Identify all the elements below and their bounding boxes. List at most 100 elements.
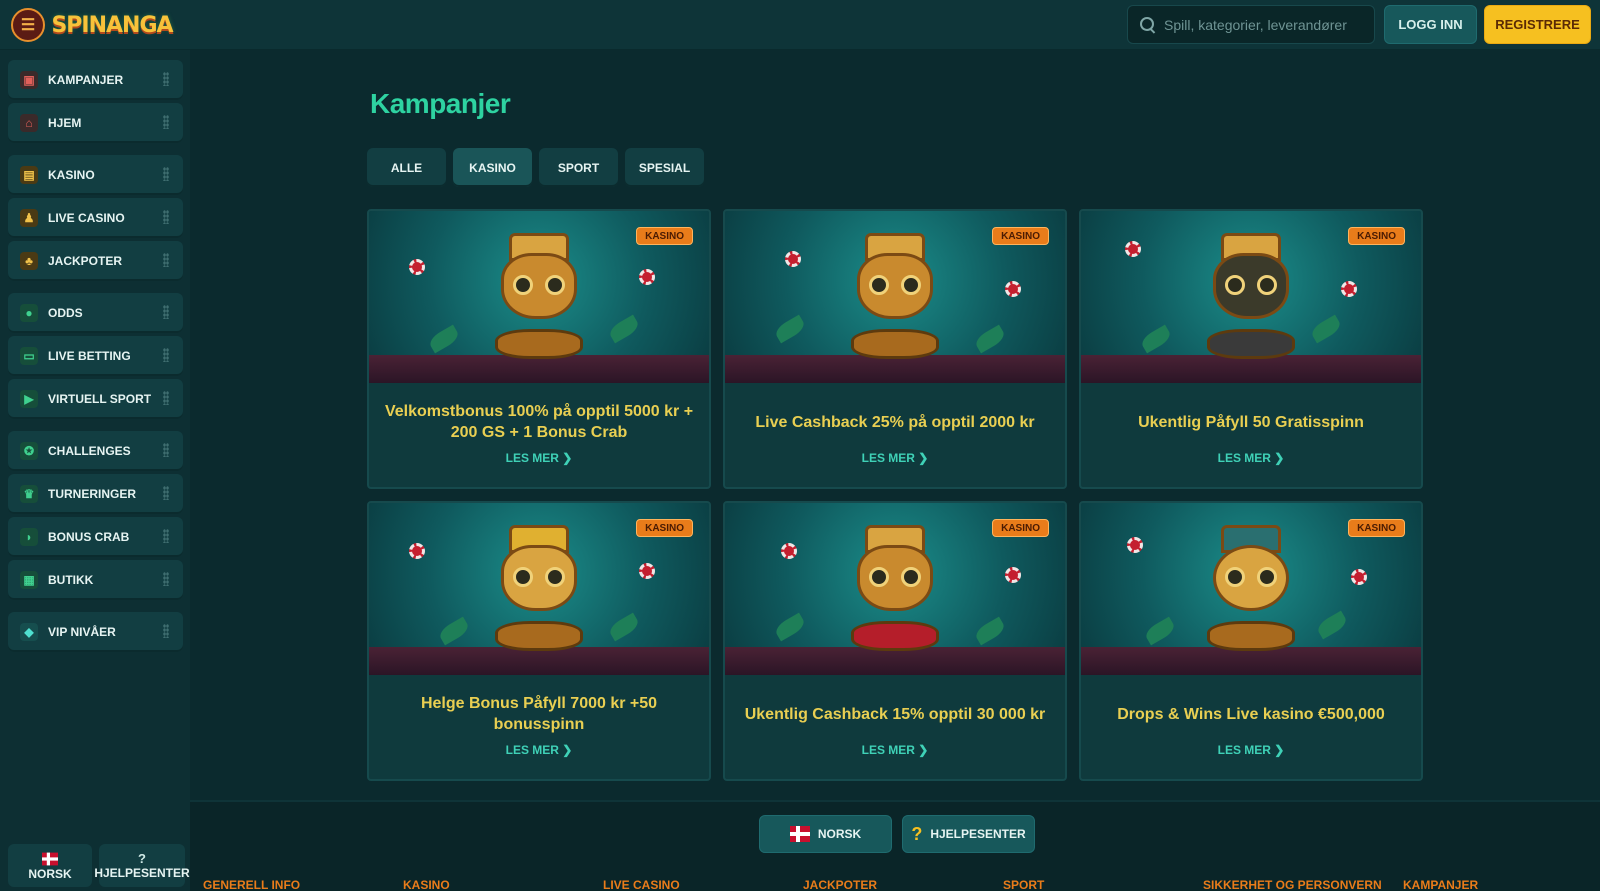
sidebar-item-label: VIP NIVÅER xyxy=(48,625,116,639)
category-badge: KASINO xyxy=(1348,519,1405,537)
promo-card[interactable]: KASINO Velkomstbonus 100% på opptil 5000… xyxy=(367,209,711,489)
footer-link[interactable]: SIKKERHET OG PERSONVERN xyxy=(1203,878,1403,891)
read-more-link[interactable]: LES MER ❯ xyxy=(1081,451,1421,465)
search-box[interactable] xyxy=(1127,5,1375,44)
slot-icon: ▤ xyxy=(20,166,38,184)
read-more-link[interactable]: LES MER ❯ xyxy=(725,743,1065,757)
sidebar-item-virtuell-sport[interactable]: ▶ VIRTUELL SPORT xyxy=(8,379,183,419)
promo-card[interactable]: KASINO Ukentlig Påfyll 50 Gratisspinn LE… xyxy=(1079,209,1423,489)
crab-icon: ◗ xyxy=(20,528,38,546)
drag-handle-icon[interactable] xyxy=(163,253,169,267)
read-more-link[interactable]: LES MER ❯ xyxy=(369,451,709,465)
sidebar-item-label: LIVE CASINO xyxy=(48,211,125,225)
sidebar-help-label: HJELPESENTER xyxy=(94,866,190,880)
help-center-label: HJELPESENTER xyxy=(930,827,1026,841)
logo[interactable]: SPINANGA xyxy=(51,4,173,46)
footer-link[interactable]: KAMPANJER xyxy=(1403,878,1483,891)
sidebar-item-turneringer[interactable]: ♛ TURNERINGER xyxy=(8,474,183,514)
search-icon xyxy=(1140,16,1156,33)
read-more-link[interactable]: LES MER ❯ xyxy=(369,743,709,757)
help-icon: ? xyxy=(138,851,146,866)
language-label: NORSK xyxy=(817,827,862,841)
promo-card[interactable]: KASINO Live Cashback 25% på opptil 2000 … xyxy=(723,209,1067,489)
live-icon: ▭ xyxy=(20,347,38,365)
drag-handle-icon[interactable] xyxy=(163,305,169,319)
sidebar-item-label: LIVE BETTING xyxy=(48,349,131,363)
trophy-icon: ♛ xyxy=(20,485,38,503)
read-more-link[interactable]: LES MER ❯ xyxy=(1081,743,1421,757)
sidebar-item-label: BUTIKK xyxy=(48,573,94,587)
sidebar-item-label: KAMPANJER xyxy=(48,73,124,87)
promo-title: Drops & Wins Live kasino €500,000 xyxy=(1117,705,1385,723)
sidebar-item-label: VIRTUELL SPORT xyxy=(48,392,152,406)
ball-icon: ● xyxy=(20,304,38,322)
category-badge: KASINO xyxy=(636,519,693,537)
read-more-link[interactable]: LES MER ❯ xyxy=(725,451,1065,465)
drag-handle-icon[interactable] xyxy=(163,115,169,129)
sidebar-item-label: ODDS xyxy=(48,306,83,320)
drag-handle-icon[interactable] xyxy=(163,624,169,638)
sidebar-language-button[interactable]: NORSK xyxy=(8,844,92,887)
dealer-icon: ♟ xyxy=(20,209,38,227)
sidebar-item-challenges[interactable]: ✪ CHALLENGES xyxy=(8,431,183,471)
footer-link[interactable]: JACKPOTER xyxy=(803,878,1003,891)
clover-icon: ♣ xyxy=(20,252,38,270)
sidebar-item-kampanjer[interactable]: ▣ KAMPANJER xyxy=(8,60,183,100)
sidebar-item-live-betting[interactable]: ▭ LIVE BETTING xyxy=(8,336,183,376)
help-center-button[interactable]: ? HJELPESENTER xyxy=(902,815,1035,853)
login-button[interactable]: LOGG INN xyxy=(1384,5,1477,44)
footer-link[interactable]: LIVE CASINO xyxy=(603,878,803,891)
drag-handle-icon[interactable] xyxy=(163,72,169,86)
promo-title: Ukentlig Cashback 15% opptil 30 000 kr xyxy=(744,705,1046,723)
sidebar-help-button[interactable]: ? HJELPESENTER xyxy=(94,844,190,887)
language-button[interactable]: NORSK xyxy=(759,815,892,853)
sidebar-item-label: KASINO xyxy=(48,168,95,182)
drag-handle-icon[interactable] xyxy=(163,443,169,457)
sidebar-item-jackpoter[interactable]: ♣ JACKPOTER xyxy=(8,241,183,281)
sidebar-item-bonus-crab[interactable]: ◗ BONUS CRAB xyxy=(8,517,183,557)
sidebar-item-hjem[interactable]: ⌂ HJEM xyxy=(8,103,183,143)
norway-flag-icon xyxy=(789,826,810,842)
drag-handle-icon[interactable] xyxy=(163,391,169,405)
medal-icon: ✪ xyxy=(20,442,38,460)
norway-flag-icon xyxy=(42,852,58,865)
sidebar-item-label: BONUS CRAB xyxy=(48,530,130,544)
drag-handle-icon[interactable] xyxy=(163,348,169,362)
footer-link[interactable]: KASINO xyxy=(403,878,603,891)
promo-card[interactable]: KASINO Ukentlig Cashback 15% opptil 30 0… xyxy=(723,501,1067,781)
sidebar-item-odds[interactable]: ● ODDS xyxy=(8,293,183,333)
sidebar-item-kasino[interactable]: ▤ KASINO xyxy=(8,155,183,195)
sidebar-item-live-casino[interactable]: ♟ LIVE CASINO xyxy=(8,198,183,238)
drag-handle-icon[interactable] xyxy=(163,529,169,543)
shop-icon: ▦ xyxy=(20,571,38,589)
sidebar-item-label: TURNERINGER xyxy=(48,487,137,501)
search-input[interactable] xyxy=(1164,16,1364,33)
drag-handle-icon[interactable] xyxy=(163,572,169,586)
sidebar-item-butikk[interactable]: ▦ BUTIKK xyxy=(8,560,183,600)
tab-sport[interactable]: SPORT xyxy=(539,148,618,187)
filter-tabs: ALLE KASINO SPORT SPESIAL xyxy=(367,148,704,187)
promo-card[interactable]: KASINO Helge Bonus Påfyll 7000 kr +50 bo… xyxy=(367,501,711,781)
drag-handle-icon[interactable] xyxy=(163,210,169,224)
promo-title: Velkomstbonus 100% på opptil 5000 kr + 2… xyxy=(384,403,694,441)
drag-handle-icon[interactable] xyxy=(163,486,169,500)
menu-toggle-icon[interactable]: ☰ xyxy=(11,8,45,42)
sidebar-language-label: NORSK xyxy=(28,866,72,881)
tab-kasino[interactable]: KASINO xyxy=(453,148,532,187)
tab-spesial[interactable]: SPESIAL xyxy=(625,148,704,187)
sidebar-item-label: HJEM xyxy=(48,116,82,130)
promotion-grid: KASINO Velkomstbonus 100% på opptil 5000… xyxy=(367,209,1427,781)
footer-link[interactable]: SPORT xyxy=(1003,878,1203,891)
register-button[interactable]: REGISTRERE xyxy=(1484,5,1591,44)
sidebar: ▣ KAMPANJER ⌂ HJEM ▤ KASINO ♟ LIVE CASIN… xyxy=(0,50,190,891)
help-icon: ? xyxy=(911,823,923,844)
tab-alle[interactable]: ALLE xyxy=(367,148,446,187)
promo-title: Ukentlig Påfyll 50 Gratisspinn xyxy=(1138,413,1364,431)
footer-links: GENERELL INFO KASINO LIVE CASINO JACKPOT… xyxy=(203,878,1483,891)
drag-handle-icon[interactable] xyxy=(163,167,169,181)
gift-icon: ▣ xyxy=(20,71,38,89)
promo-card[interactable]: KASINO Drops & Wins Live kasino €500,000… xyxy=(1079,501,1423,781)
footer-link[interactable]: GENERELL INFO xyxy=(203,878,403,891)
sidebar-item-vip-nivaer[interactable]: ◆ VIP NIVÅER xyxy=(8,612,183,652)
sidebar-item-label: JACKPOTER xyxy=(48,254,123,268)
